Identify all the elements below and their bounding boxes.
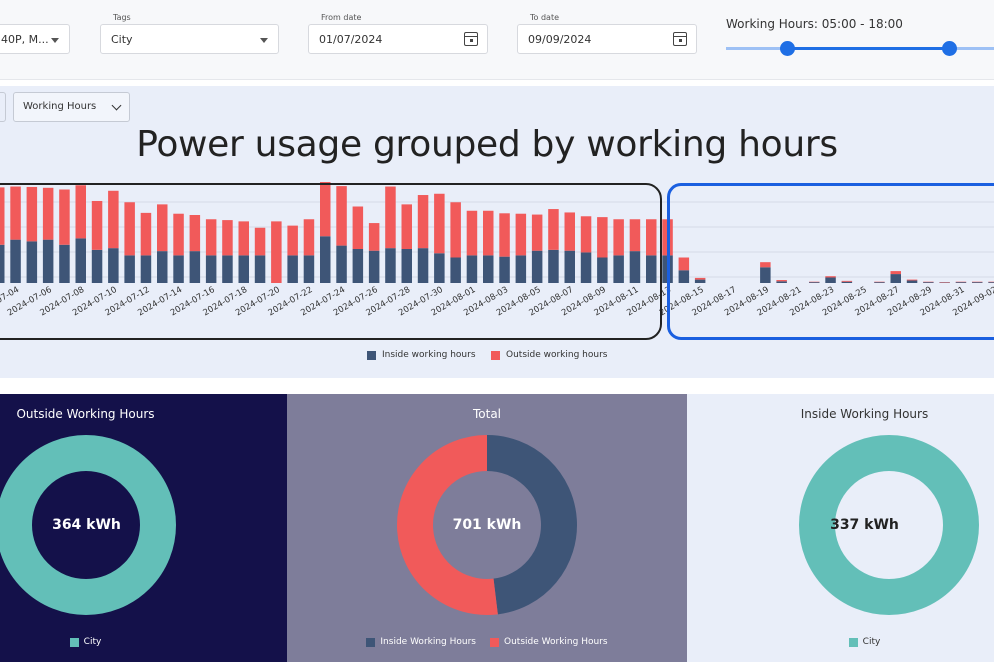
legend-city[interactable]: City — [69, 637, 102, 647]
to-date-value: 09/09/2024 — [528, 33, 592, 46]
legend-swatch-city — [69, 637, 79, 647]
legend-outside-hours[interactable]: Outside Working Hours — [490, 637, 608, 647]
legend-outside[interactable]: Outside working hours — [491, 350, 607, 360]
chart-title: Power usage grouped by working hours — [0, 124, 994, 165]
chart-title-text: Power usage grouped by working hours — [136, 124, 838, 165]
chevron-down-icon — [111, 100, 122, 111]
total-value: 701 kWh — [452, 517, 522, 533]
from-date-field[interactable]: From date 01/07/2024 — [308, 13, 488, 54]
chevron-down-icon — [51, 38, 59, 43]
group-by-select[interactable]: Working Hours — [13, 92, 130, 122]
meter-select-value: 40P, M... — [1, 33, 49, 46]
legend-outside-hours-label: Outside Working Hours — [504, 637, 608, 647]
tags-select[interactable]: Tags City — [100, 13, 279, 54]
bar-chart-panel: Working Hours Power usage grouped by wor… — [0, 86, 994, 378]
highlight-box-active-period — [0, 183, 662, 340]
outside-total-value: 364 kWh — [52, 517, 121, 533]
tags-label: Tags — [111, 13, 133, 22]
calendar-icon[interactable] — [464, 32, 478, 46]
legend-city[interactable]: City — [848, 637, 881, 647]
inside-hours-panel: Inside Working Hours 337 kWh City — [687, 394, 994, 662]
legend-swatch-city — [848, 637, 858, 647]
legend-inside-label: Inside working hours — [382, 350, 476, 360]
legend-swatch-inside — [366, 637, 376, 647]
to-date-field[interactable]: To date 09/09/2024 — [517, 13, 697, 54]
total-legend: Inside Working Hours Outside Working Hou… — [287, 637, 687, 647]
left-control-edge[interactable] — [0, 92, 6, 122]
slider-range — [788, 47, 950, 50]
working-hours-label: Working Hours: 05:00 - 18:00 — [726, 17, 903, 31]
group-by-value: Working Hours — [23, 101, 97, 112]
filter-bar: 40P, M... Tags City From date 01/07/2024… — [0, 0, 994, 80]
legend-inside-hours-label: Inside Working Hours — [380, 637, 477, 647]
calendar-icon[interactable] — [673, 32, 687, 46]
inside-legend: City — [686, 637, 993, 647]
total-panel: Total 701 kWh Inside Working Hours Outsi… — [287, 394, 687, 662]
working-hours-slider[interactable] — [726, 40, 994, 58]
dashboard: { "filters": { "meter": {"value": "40P, … — [0, 0, 994, 662]
meter-select[interactable]: 40P, M... — [0, 24, 70, 54]
chevron-down-icon — [260, 38, 268, 43]
legend-outside-label: Outside working hours — [506, 350, 608, 360]
legend-inside-hours[interactable]: Inside Working Hours — [366, 637, 476, 647]
slider-start-handle[interactable] — [780, 41, 795, 56]
slider-end-handle[interactable] — [942, 41, 957, 56]
legend-inside[interactable]: Inside working hours — [367, 350, 476, 360]
outside-legend: City — [0, 637, 229, 647]
legend-swatch-inside — [367, 350, 376, 360]
legend-swatch-outside — [490, 637, 500, 647]
outside-hours-panel: Outside Working Hours 364 kWh City — [0, 394, 287, 662]
legend-city-label: City — [862, 637, 881, 647]
legend-swatch-outside — [491, 350, 500, 360]
inside-total-value: 337 kWh — [830, 517, 899, 533]
from-date-value: 01/07/2024 — [319, 33, 383, 46]
from-date-label: From date — [319, 13, 364, 22]
highlight-box-low-period — [667, 183, 994, 340]
tags-value: City — [111, 33, 133, 46]
to-date-label: To date — [528, 13, 562, 22]
legend-city-label: City — [83, 637, 102, 647]
